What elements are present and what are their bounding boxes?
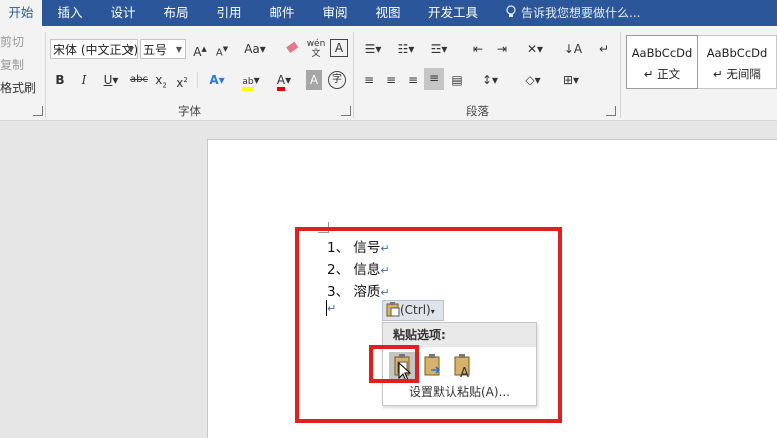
- character-border-icon[interactable]: A: [330, 39, 348, 57]
- lightbulb-icon: [506, 5, 516, 17]
- font-size-dropdown[interactable]: 五号 ▼: [140, 39, 186, 59]
- strikethrough-button[interactable]: abc: [130, 70, 148, 90]
- font-group-label: 字体: [178, 104, 201, 118]
- chinese-layout-button[interactable]: ✕▾: [520, 39, 550, 59]
- multilevel-list-button[interactable]: ☲▾: [426, 39, 452, 59]
- group-separator: [620, 32, 621, 118]
- grow-font-button[interactable]: A▲: [190, 39, 210, 59]
- tell-me-text: 告诉我您想要做什么...: [521, 6, 641, 20]
- increase-indent-button[interactable]: ⇥: [492, 39, 512, 59]
- decrease-indent-button[interactable]: ⇤: [468, 39, 488, 59]
- group-separator: [197, 72, 198, 88]
- bullets-button[interactable]: ☰▾: [360, 39, 386, 59]
- style-no-spacing[interactable]: AaBbCcDd ↵ 无间隔: [698, 35, 777, 89]
- underline-button[interactable]: U▾: [98, 70, 124, 90]
- align-left-button[interactable]: ≡: [360, 70, 378, 90]
- font-launcher-icon[interactable]: [341, 106, 351, 116]
- bold-button[interactable]: B: [52, 70, 68, 90]
- font-color-button[interactable]: A▾: [270, 70, 298, 91]
- italic-button[interactable]: I: [76, 70, 92, 90]
- ribbon-tab-bar: 开始 插入 设计 布局 引用 邮件 审阅 视图 开发工具 告诉我您想要做什么..…: [0, 0, 777, 26]
- justify-button[interactable]: ≡: [424, 68, 444, 90]
- style-preview: AaBbCcDd: [631, 46, 693, 60]
- style-name: ↵ 正文: [643, 67, 681, 81]
- align-right-button[interactable]: ≡: [404, 70, 422, 90]
- clipboard-launcher-icon[interactable]: [33, 106, 43, 116]
- paragraph-group-label: 段落: [466, 104, 489, 118]
- tab-developer[interactable]: 开发工具: [420, 0, 486, 26]
- text-effects-button[interactable]: A▾: [204, 70, 230, 90]
- highlight-color-button[interactable]: ab▾: [236, 70, 266, 91]
- numbering-button[interactable]: ☷▾: [393, 39, 419, 59]
- font-size-value: 五号: [143, 43, 168, 57]
- copy-button[interactable]: 复制: [0, 55, 24, 75]
- tab-review[interactable]: 审阅: [315, 0, 355, 26]
- style-preview: AaBbCcDd: [706, 46, 768, 60]
- distributed-button[interactable]: ▤: [448, 70, 466, 90]
- group-separator: [45, 32, 46, 118]
- superscript-button[interactable]: x2: [174, 70, 190, 90]
- chevron-down-icon: ▼: [175, 45, 182, 54]
- show-marks-button[interactable]: ↵: [596, 39, 612, 59]
- style-normal[interactable]: AaBbCcDd ↵ 正文: [626, 35, 698, 89]
- tell-me-box[interactable]: 告诉我您想要做什么...: [505, 0, 640, 26]
- tab-references[interactable]: 引用: [209, 0, 249, 26]
- annotation-highlight-box: [295, 227, 562, 423]
- shrink-font-button[interactable]: A▼: [212, 39, 232, 59]
- tab-insert[interactable]: 插入: [50, 0, 90, 26]
- clear-format-icon[interactable]: [282, 39, 302, 59]
- cut-button[interactable]: 剪切: [0, 32, 24, 52]
- enclose-characters-icon[interactable]: 字: [328, 71, 346, 89]
- align-center-button[interactable]: ≡: [382, 70, 400, 90]
- tab-design[interactable]: 设计: [103, 0, 143, 26]
- font-name-value: 宋体 (中文正文): [53, 43, 138, 57]
- tab-layout[interactable]: 布局: [156, 0, 196, 26]
- ribbon: 剪切 复制 格式刷 宋体 (中文正文) ▼ 五号 ▼ A▲ A▼ Aa▾ wén 文 …: [0, 26, 777, 121]
- shading-button[interactable]: ◇▾: [518, 70, 548, 90]
- font-name-dropdown[interactable]: 宋体 (中文正文) ▼: [50, 39, 138, 59]
- paragraph-launcher-icon[interactable]: [606, 106, 616, 116]
- annotation-highlight-box: [369, 345, 419, 383]
- line-spacing-button[interactable]: ↕▾: [476, 70, 504, 90]
- tab-home[interactable]: 开始: [0, 0, 42, 26]
- tab-mailings[interactable]: 邮件: [262, 0, 302, 26]
- format-painter-button[interactable]: 格式刷: [0, 78, 36, 98]
- sort-button[interactable]: ↓A: [563, 39, 583, 59]
- subscript-button[interactable]: x2: [153, 70, 169, 90]
- character-shading-icon[interactable]: A: [306, 70, 322, 90]
- chevron-down-icon: ▼: [127, 45, 134, 54]
- borders-button[interactable]: ⊞▾: [556, 70, 586, 90]
- group-separator: [353, 32, 354, 118]
- phonetic-guide-icon[interactable]: wén 文: [305, 39, 327, 59]
- tab-view[interactable]: 视图: [368, 0, 408, 26]
- style-name: ↵ 无间隔: [713, 67, 761, 81]
- change-case-button[interactable]: Aa▾: [240, 39, 270, 59]
